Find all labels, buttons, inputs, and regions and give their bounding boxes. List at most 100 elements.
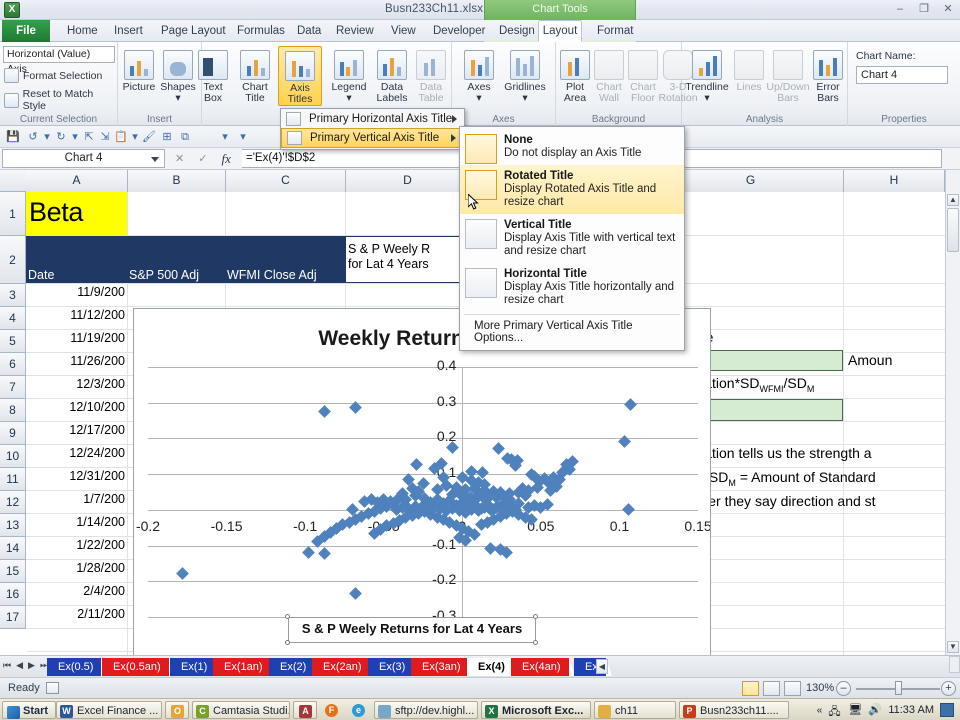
display-icon[interactable]: 🖥 [848, 703, 862, 717]
axis-titles-button[interactable]: Axis Titles [278, 46, 322, 106]
start-button[interactable]: Start [2, 701, 57, 719]
taskbar-item-camtasia[interactable]: C Camtasia Studi... [192, 701, 290, 719]
sheet-tab-ex4[interactable]: Ex(4) [467, 658, 519, 676]
format-painter-icon[interactable]: 🖌 [142, 130, 156, 144]
cell-a11[interactable]: 12/31/200 [26, 469, 127, 483]
row-header-3[interactable]: 3 [0, 284, 26, 307]
tab-formulas[interactable]: Formulas [228, 20, 294, 42]
cell-a4[interactable]: 11/12/200 [26, 308, 127, 322]
cell-a13[interactable]: 1/14/200 [26, 515, 127, 529]
clock-time[interactable]: 11:33 AM [888, 704, 934, 716]
cell-a12[interactable]: 1/7/200 [26, 492, 127, 506]
menu-item-primary-vertical-axis-title[interactable]: Primary Vertical Axis Title [281, 128, 464, 148]
row-header-15[interactable]: 15 [0, 560, 26, 583]
sheet-tab-ex3[interactable]: Ex(3) [368, 658, 420, 676]
row-header-5[interactable]: 5 [0, 330, 26, 353]
tab-insert[interactable]: Insert [105, 20, 152, 42]
sheet-tab-ex3an[interactable]: Ex(3an) [411, 658, 475, 676]
scroll-down-arrow-icon[interactable]: ▼ [947, 641, 959, 653]
submenu-option-horizontal-title[interactable]: Horizontal Title Display Axis Title hori… [460, 263, 684, 312]
axis-title-handle-tr[interactable] [533, 614, 538, 619]
first-sheet-icon[interactable]: ⏮ [3, 660, 11, 671]
cell-a17[interactable]: 2/11/200 [26, 607, 127, 621]
sheet-tab-ex1an[interactable]: Ex(1an) [213, 658, 277, 676]
chart-data-point[interactable] [317, 547, 331, 560]
row-header-7[interactable]: 7 [0, 376, 26, 399]
picture-button[interactable]: Picture [120, 50, 158, 93]
submenu-option-rotated-title[interactable]: Rotated Title Display Rotated Axis Title… [460, 165, 684, 214]
submenu-option-vertical-title[interactable]: Vertical Title Display Axis Title with v… [460, 214, 684, 263]
axes-dropdown-arrow[interactable]: ▾ [460, 93, 498, 104]
name-box-chevron-down-icon[interactable] [151, 157, 159, 162]
volume-icon[interactable]: 🔊 [868, 703, 882, 717]
undo-dropdown-icon[interactable]: ▾ [40, 130, 54, 144]
decrease-decimal-icon[interactable]: ⇲ [98, 130, 112, 144]
sheet-tab-ex05[interactable]: Ex(0.5) [47, 658, 108, 676]
cell-a8[interactable]: 12/10/200 [26, 400, 127, 414]
tab-format[interactable]: Format [588, 20, 642, 42]
trendline-dropdown-arrow[interactable]: ▾ [684, 93, 730, 104]
reset-to-match-style-button[interactable]: Reset to Match Style [4, 88, 117, 112]
axis-titles-menu[interactable]: Primary Horizontal Axis Title Primary Ve… [280, 108, 465, 150]
normal-view-button[interactable] [742, 681, 759, 696]
chart-data-point[interactable] [349, 587, 362, 601]
row-header-8[interactable]: 8 [0, 399, 26, 422]
axes-button[interactable]: Axes ▾ [460, 50, 498, 104]
show-desktop-icon[interactable] [940, 703, 954, 717]
sheet-tab-ex2an[interactable]: Ex(2an) [312, 658, 376, 676]
sheet-tab-ex05an[interactable]: Ex(0.5an) [102, 658, 175, 676]
row-header-9[interactable]: 9 [0, 422, 26, 445]
cell-a5[interactable]: 11/19/200 [26, 331, 127, 345]
macro-record-icon[interactable] [46, 682, 59, 694]
merge-cells-icon[interactable]: ⧉ [178, 130, 192, 144]
network-error-icon[interactable]: 🖧 [828, 703, 842, 718]
tray-expand-icon[interactable]: « [817, 705, 823, 716]
vertical-scrollbar[interactable]: ▲ ▼ [945, 170, 960, 655]
cell-a3[interactable]: 11/9/200 [26, 285, 127, 299]
trendline-button[interactable]: Trendline ▾ [684, 50, 730, 104]
cell-amount-text[interactable]: Amoun [846, 352, 894, 368]
taskbar-item-sftp[interactable]: sftp://dev.highl... [374, 701, 478, 719]
cell-a2-date[interactable]: Date [26, 236, 127, 283]
chart-data-point[interactable] [492, 442, 505, 456]
next-sheet-icon[interactable]: ▶ [28, 660, 35, 671]
taskbar-item-ie[interactable]: e [347, 701, 371, 719]
restore-button[interactable]: ❐ [916, 2, 932, 16]
page-layout-view-button[interactable] [763, 681, 780, 696]
row-header-17[interactable]: 17 [0, 606, 26, 629]
sheet-tab-ex2[interactable]: Ex(2) [269, 658, 321, 676]
tab-scroll-left-icon[interactable]: ◀ [596, 659, 608, 674]
row-header-2[interactable]: 2 [0, 236, 26, 284]
scroll-up-arrow-icon[interactable]: ▲ [947, 194, 959, 206]
tab-design[interactable]: Design [490, 20, 544, 42]
row-header-10[interactable]: 10 [0, 445, 26, 468]
insert-function-icon[interactable]: fx [222, 151, 231, 167]
cell-a6[interactable]: 11/26/200 [26, 354, 127, 368]
submenu-option-none[interactable]: None Do not display an Axis Title [460, 129, 684, 165]
paste-dropdown-icon[interactable]: ▾ [128, 130, 142, 144]
column-header-d[interactable]: D [346, 170, 470, 192]
zoom-slider-thumb[interactable] [895, 681, 902, 695]
minimize-button[interactable]: – [892, 2, 908, 16]
row-header-4[interactable]: 4 [0, 307, 26, 330]
cell-d2-selected[interactable]: S & P Weely R for Lat 4 Years [345, 236, 469, 283]
page-break-view-button[interactable] [784, 681, 801, 696]
taskbar-item-powerpoint[interactable]: P Busn233ch11.... [679, 701, 789, 719]
prev-sheet-icon[interactable]: ◀ [16, 660, 23, 671]
cell-a10[interactable]: 12/24/200 [26, 446, 127, 460]
cell-a14[interactable]: 1/22/200 [26, 538, 127, 552]
legend-button[interactable]: Legend ▾ [326, 50, 372, 104]
chart-name-input[interactable]: Chart 4 [856, 66, 948, 84]
taskbar-item-excel-finance[interactable]: W Excel Finance ... [56, 701, 162, 719]
tab-review[interactable]: Review [327, 20, 383, 42]
column-header-g[interactable]: G [658, 170, 844, 192]
row-header-14[interactable]: 14 [0, 537, 26, 560]
tab-developer[interactable]: Developer [424, 20, 494, 42]
cell-a1-beta[interactable]: Beta [26, 192, 127, 235]
chart-data-point[interactable] [301, 546, 315, 560]
cell-a7[interactable]: 12/3/200 [26, 377, 127, 391]
gridlines-button[interactable]: Gridlines ▾ [500, 50, 550, 104]
qat-customize-icon[interactable]: ▾ [236, 130, 250, 144]
taskbar-item-ch11[interactable]: ch11 [594, 701, 676, 719]
axis-title-handle-tl[interactable] [285, 614, 290, 619]
